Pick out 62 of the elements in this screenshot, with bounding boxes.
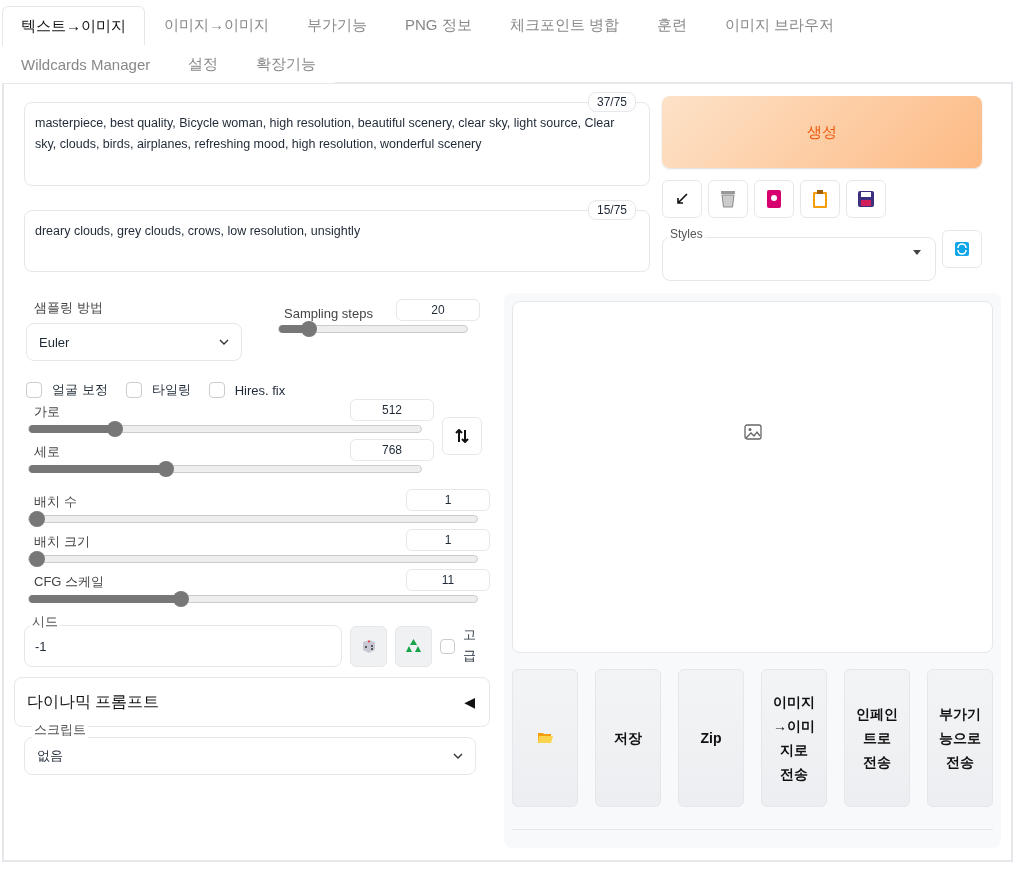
card-icon	[767, 190, 781, 208]
chevron-down-icon	[219, 339, 229, 345]
folder-icon	[537, 732, 553, 744]
arrow-icon	[676, 193, 688, 205]
slider-label: CFG 스케일	[34, 573, 105, 591]
number-field[interactable]: 768	[350, 439, 434, 461]
slider-handle[interactable]	[107, 421, 124, 437]
refresh-icon	[955, 242, 969, 256]
accordion-title: 다이나믹 프롬프트	[27, 691, 160, 712]
slider-label: 배치 크기	[34, 533, 90, 551]
slider-handle[interactable]	[158, 461, 175, 477]
clipboard-icon	[813, 190, 827, 208]
slider-handle[interactable]	[29, 551, 45, 567]
number-field[interactable]: 20	[396, 299, 480, 321]
refresh-button[interactable]	[942, 230, 982, 268]
number-field[interactable]: 1	[406, 489, 490, 511]
tab[interactable]: Wildcards Manager	[2, 45, 170, 83]
recycle-icon	[405, 638, 422, 654]
output-button[interactable]: 부가기능으로 전송	[927, 669, 993, 807]
reuse-seed-button[interactable]	[395, 625, 432, 667]
number-field[interactable]: 1	[406, 529, 490, 551]
slider-label: 세로	[34, 443, 60, 461]
checkbox[interactable]	[208, 382, 225, 398]
number-field[interactable]: 11	[406, 569, 490, 591]
token-counter: 37/75	[587, 92, 636, 112]
slider-handle[interactable]	[29, 511, 45, 527]
checkbox-label[interactable]: 타일링	[125, 381, 191, 399]
seed-label: 시드	[30, 613, 60, 631]
slider-label: 가로	[34, 403, 60, 421]
slider-label: Sampling steps	[284, 306, 373, 321]
chevron-down-icon	[453, 753, 463, 759]
checkbox-label[interactable]: 얼굴 보정	[26, 381, 108, 399]
checkbox[interactable]	[125, 382, 142, 398]
sampling-method-label: 샘플링 방법	[33, 299, 104, 317]
tab[interactable]: 텍스트→이미지	[2, 6, 145, 46]
slider-label: 배치 수	[34, 493, 77, 511]
script-dropdown[interactable]: 없음	[24, 737, 476, 775]
swap-arrows-icon	[455, 429, 469, 443]
tool-button[interactable]	[662, 180, 702, 218]
extra-label: 고급	[463, 626, 476, 665]
styles-label: Styles	[668, 227, 705, 241]
token-counter: 15/75	[587, 200, 636, 220]
dropdown-caret-icon	[913, 250, 921, 255]
tool-button[interactable]	[846, 180, 886, 218]
output-button[interactable]: 이미지→이미지로 전송	[761, 669, 827, 807]
output-button[interactable]: 저장	[595, 669, 661, 807]
checkbox[interactable]	[440, 638, 455, 654]
output-button[interactable]: Zip	[678, 669, 744, 807]
trash-icon	[720, 190, 736, 208]
script-label: 스크립트	[32, 721, 88, 739]
number-field[interactable]: 512	[350, 399, 434, 421]
checkbox[interactable]	[26, 382, 42, 398]
dice-icon	[360, 638, 377, 654]
collapse-arrow: ◀	[464, 694, 475, 710]
output-button[interactable]: 인페인트로 전송	[844, 669, 910, 807]
sampling-method-dropdown[interactable]: Euler	[26, 323, 242, 361]
slider-handle[interactable]	[173, 591, 190, 607]
image-icon	[743, 424, 762, 440]
checkbox-label[interactable]: Hires. fix	[208, 381, 286, 399]
swap-button[interactable]	[442, 417, 482, 455]
slider-handle[interactable]	[301, 321, 318, 337]
tool-button[interactable]	[754, 180, 794, 218]
